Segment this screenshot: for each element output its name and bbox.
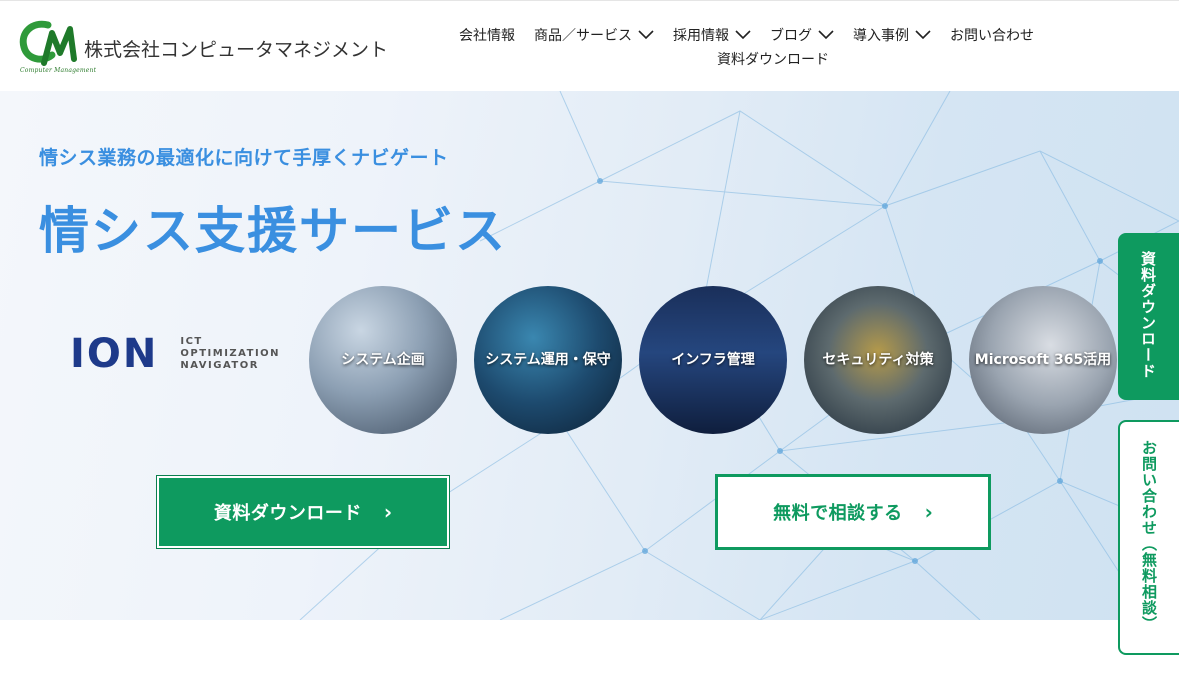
- site-header: Computer Management 株式会社コンピュータマネジメント 会社情…: [0, 0, 1179, 91]
- nav-download[interactable]: 資料ダウンロード: [717, 49, 829, 69]
- button-label: 無料で相談する: [773, 503, 903, 524]
- nav-label: 会社情報: [459, 28, 515, 44]
- service-label: Microsoft 365活用: [974, 352, 1112, 368]
- hero-tagline: 情シス業務の最適化に向けて手厚くナビゲート: [39, 147, 449, 169]
- nav-label: 資料ダウンロード: [717, 52, 829, 68]
- side-tab-download[interactable]: 資料ダウンロード: [1118, 233, 1179, 400]
- nav-blog[interactable]: ブログ: [770, 25, 834, 45]
- ion-sub-line: OPTIMIZATION: [180, 348, 281, 359]
- chevron-down-icon: [818, 30, 834, 40]
- nav-label: お問い合わせ: [950, 28, 1034, 44]
- ion-logo: ION ICT OPTIMIZATION NAVIGATOR: [70, 331, 280, 377]
- chevron-down-icon: [735, 30, 751, 40]
- download-materials-button[interactable]: 資料ダウンロード ›: [156, 475, 450, 549]
- service-system-planning[interactable]: システム企画: [309, 286, 457, 434]
- logo-subtitle: Computer Management: [20, 67, 97, 74]
- ion-sub-line: ICT: [180, 336, 203, 347]
- main-nav: 会社情報 商品／サービス 採用情報 ブログ 導入事例 お問い合わせ 資料ダウンロ…: [440, 23, 1130, 71]
- ion-logo-text: ION: [70, 331, 159, 377]
- nav-products-services[interactable]: 商品／サービス: [534, 25, 654, 45]
- nav-recruit[interactable]: 採用情報: [673, 25, 751, 45]
- side-tab-label: お問い合わせ（無料相談）: [1140, 440, 1158, 632]
- hero-title: 情シス支援サービス: [39, 202, 507, 260]
- service-label: システム企画: [341, 352, 425, 368]
- service-microsoft-365[interactable]: Microsoft 365活用: [969, 286, 1117, 434]
- chevron-down-icon: [915, 30, 931, 40]
- hero-section: 情シス業務の最適化に向けて手厚くナビゲート 情シス支援サービス ION ICT …: [0, 91, 1179, 620]
- chevron-right-icon: ›: [924, 500, 933, 524]
- service-label: インフラ管理: [671, 352, 755, 368]
- side-tab-contact[interactable]: お問い合わせ（無料相談）: [1118, 420, 1179, 655]
- ion-logo-subtitle: ICT OPTIMIZATION NAVIGATOR: [180, 336, 280, 372]
- cm-logo-mark: Computer Management: [18, 19, 96, 75]
- nav-label: 導入事例: [853, 28, 909, 44]
- button-label: 資料ダウンロード: [213, 503, 362, 524]
- service-label: システム運用・保守: [485, 352, 611, 368]
- nav-label: 商品／サービス: [534, 28, 632, 44]
- company-name: 株式会社コンピュータマネジメント: [84, 39, 389, 61]
- chevron-down-icon: [638, 30, 654, 40]
- service-security[interactable]: セキュリティ対策: [804, 286, 952, 434]
- company-logo[interactable]: Computer Management 株式会社コンピュータマネジメント: [18, 19, 388, 75]
- chevron-right-icon: ›: [383, 500, 393, 524]
- nav-label: ブログ: [770, 28, 812, 44]
- service-operation-maintenance[interactable]: システム運用・保守: [474, 286, 622, 434]
- ion-sub-line: NAVIGATOR: [180, 360, 259, 371]
- side-tab-label: 資料ダウンロード: [1139, 251, 1157, 379]
- service-infrastructure[interactable]: インフラ管理: [639, 286, 787, 434]
- nav-label: 採用情報: [673, 28, 729, 44]
- service-label: セキュリティ対策: [822, 352, 934, 368]
- free-consultation-button[interactable]: 無料で相談する ›: [715, 474, 991, 550]
- nav-case-studies[interactable]: 導入事例: [853, 25, 931, 45]
- nav-company-info[interactable]: 会社情報: [459, 25, 515, 45]
- nav-contact[interactable]: お問い合わせ: [950, 25, 1034, 45]
